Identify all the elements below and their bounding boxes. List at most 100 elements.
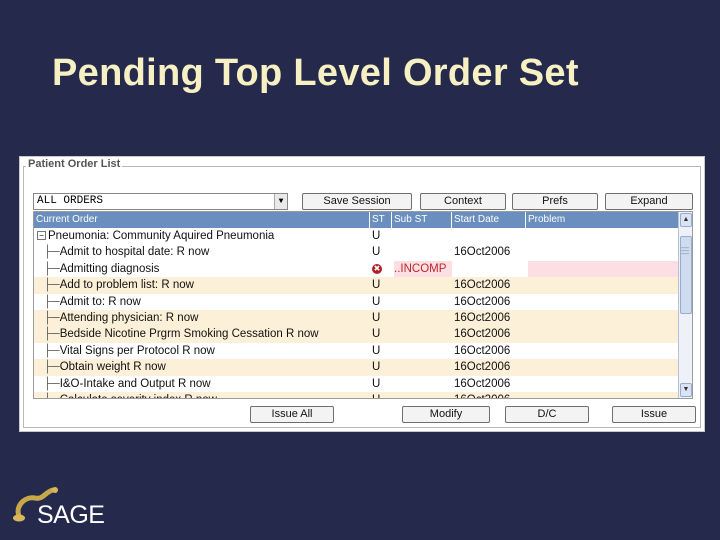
column-header-current-order[interactable]: Current Order bbox=[34, 212, 370, 228]
tree-guide-icon: ├─ bbox=[37, 246, 60, 259]
start-date-cell: 16Oct2006 bbox=[454, 392, 526, 398]
slide-title: Pending Top Level Order Set bbox=[52, 52, 579, 94]
expand-button[interactable]: Expand bbox=[605, 193, 693, 210]
sub-status-cell bbox=[394, 392, 452, 398]
order-name: Bedside Nicotine Prgrm Smoking Cessation… bbox=[59, 328, 319, 341]
scroll-down-icon[interactable]: ▼ bbox=[680, 383, 692, 397]
status-cell: U bbox=[372, 361, 381, 374]
start-date-cell: 16Oct2006 bbox=[454, 328, 511, 341]
sub-status-cell bbox=[394, 310, 452, 326]
tree-guide-icon: ├─ bbox=[37, 295, 60, 308]
tree-guide-icon: ├─ bbox=[37, 394, 59, 398]
table-row[interactable]: ├─Add to problem list: R now U 16Oct2006 bbox=[34, 277, 680, 294]
start-date-cell: 16Oct2006 bbox=[454, 377, 511, 390]
sub-status-cell: ..INCOMP bbox=[394, 260, 452, 277]
order-cell: ├─Admitting diagnosis bbox=[37, 261, 370, 277]
order-cell: ├─Attending physician: R now bbox=[37, 310, 370, 326]
issue-button[interactable]: Issue bbox=[612, 406, 696, 423]
start-date-cell: 16Oct2006 bbox=[454, 295, 511, 308]
table-row[interactable]: ├─Admit to hospital date: R now U 16Oct200… bbox=[34, 244, 680, 260]
table-row[interactable]: ├─Admitting diagnosis ✖ ..INCOMP bbox=[34, 260, 680, 277]
sub-status-cell bbox=[394, 376, 452, 392]
problem-cell bbox=[528, 244, 680, 260]
order-name: Admitting diagnosis bbox=[59, 262, 160, 275]
start-date-cell bbox=[454, 261, 526, 277]
group-title: Patient Order List bbox=[26, 158, 123, 170]
column-header-sub-st[interactable]: Sub ST bbox=[392, 212, 452, 228]
sub-status-cell bbox=[394, 359, 452, 375]
status-cell: ✖ bbox=[372, 261, 394, 277]
tree-guide-icon: ├─ bbox=[37, 279, 60, 292]
status-cell: U bbox=[372, 295, 381, 308]
order-cell: ├─Vital Signs per Protocol R now bbox=[37, 343, 370, 359]
order-filter-select[interactable]: ALL ORDERS ▼ bbox=[33, 193, 288, 210]
issue-all-button[interactable]: Issue All bbox=[250, 406, 334, 423]
chevron-down-icon[interactable]: ▼ bbox=[274, 194, 287, 209]
order-cell: ├─Calculate severity index R now bbox=[37, 392, 370, 398]
order-name: Pneumonia: Community Aquired Pneumonia bbox=[48, 230, 275, 242]
status-cell: U bbox=[372, 344, 381, 357]
problem-cell bbox=[528, 376, 680, 392]
error-icon: ✖ bbox=[372, 263, 382, 274]
grip-icon: — — — bbox=[681, 243, 689, 258]
status-cell: U bbox=[372, 377, 381, 390]
start-date-cell bbox=[454, 228, 526, 244]
order-name: Calculate severity index R now bbox=[60, 394, 217, 398]
order-name: Obtain weight R now bbox=[59, 361, 166, 374]
sub-status-cell bbox=[394, 343, 452, 359]
status-cell: U bbox=[372, 328, 381, 341]
tree-guide-icon: ├─ bbox=[37, 262, 60, 275]
tree-guide-icon: ├─ bbox=[37, 312, 60, 324]
problem-cell bbox=[528, 260, 680, 277]
context-button[interactable]: Context bbox=[420, 193, 506, 210]
start-date-cell: 16Oct2006 bbox=[454, 246, 511, 259]
modify-button[interactable]: Modify bbox=[402, 406, 490, 423]
order-cell: ├─Bedside Nicotine Prgrm Smoking Cessati… bbox=[37, 326, 370, 342]
order-name: Admit to hospital date: R now bbox=[59, 246, 210, 259]
table-row[interactable]: ├─I&O-Intake and Output R now U 16Oct2006 bbox=[34, 376, 680, 392]
start-date-cell: 16Oct2006 bbox=[454, 361, 511, 374]
order-name: Vital Signs per Protocol R now bbox=[59, 344, 215, 357]
problem-cell bbox=[528, 359, 680, 375]
start-date-cell: 16Oct2006 bbox=[454, 312, 511, 324]
table-row[interactable]: ├─Admit to: R now U 16Oct2006 bbox=[34, 294, 680, 310]
scroll-up-icon[interactable]: ▲ bbox=[680, 213, 692, 227]
start-date-cell: 16Oct2006 bbox=[454, 344, 511, 357]
order-cell: ├─Obtain weight R now bbox=[37, 359, 370, 375]
start-date-cell: 16Oct2006 bbox=[454, 279, 511, 292]
status-cell: U bbox=[372, 279, 381, 292]
problem-cell bbox=[528, 392, 680, 398]
prefs-button[interactable]: Prefs bbox=[512, 193, 598, 210]
problem-cell bbox=[528, 326, 680, 342]
problem-cell bbox=[528, 310, 680, 326]
order-name: Admit to: R now bbox=[59, 295, 141, 308]
sub-status-cell bbox=[394, 326, 452, 342]
order-cell: ├─Admit to: R now bbox=[37, 294, 370, 310]
collapse-icon[interactable]: − bbox=[37, 231, 46, 241]
column-header-start-date[interactable]: Start Date bbox=[452, 212, 526, 228]
dc-button[interactable]: D/C bbox=[505, 406, 589, 423]
vertical-scrollbar[interactable]: ▲ — — — ▼ bbox=[678, 212, 692, 398]
save-session-button[interactable]: Save Session bbox=[302, 193, 412, 210]
table-row[interactable]: ├─Calculate severity index R nowU16Oct20… bbox=[34, 392, 680, 398]
sub-status-cell bbox=[394, 228, 452, 244]
sub-status-cell bbox=[394, 244, 452, 260]
status-cell: U bbox=[372, 392, 394, 398]
table-row[interactable]: ├─Bedside Nicotine Prgrm Smoking Cessati… bbox=[34, 326, 680, 343]
column-header-st[interactable]: ST bbox=[370, 212, 392, 228]
table-row[interactable]: ├─Obtain weight R now U 16Oct2006 bbox=[34, 359, 680, 376]
problem-cell bbox=[528, 294, 680, 310]
table-row[interactable]: ├─Vital Signs per Protocol R now U 16Oct20… bbox=[34, 343, 680, 359]
sub-status-cell bbox=[394, 277, 452, 293]
order-filter-value: ALL ORDERS bbox=[37, 195, 104, 207]
sub-status-cell bbox=[394, 294, 452, 310]
status-cell: U bbox=[372, 230, 381, 242]
column-header-problem[interactable]: Problem bbox=[526, 212, 680, 228]
order-cell: ├─Add to problem list: R now bbox=[37, 277, 370, 293]
tree-guide-icon: ├─ bbox=[37, 344, 60, 357]
tree-guide-icon: ├─ bbox=[37, 328, 60, 341]
table-row[interactable]: − Pneumonia: Community Aquired Pneumonia U bbox=[34, 228, 680, 244]
table-row[interactable]: ├─Attending physician: R now U 16Oct2006 bbox=[34, 310, 680, 327]
order-cell: ├─I&O-Intake and Output R now bbox=[37, 376, 370, 392]
grid-header: Current Order ST Sub ST Start Date Probl… bbox=[34, 212, 680, 228]
